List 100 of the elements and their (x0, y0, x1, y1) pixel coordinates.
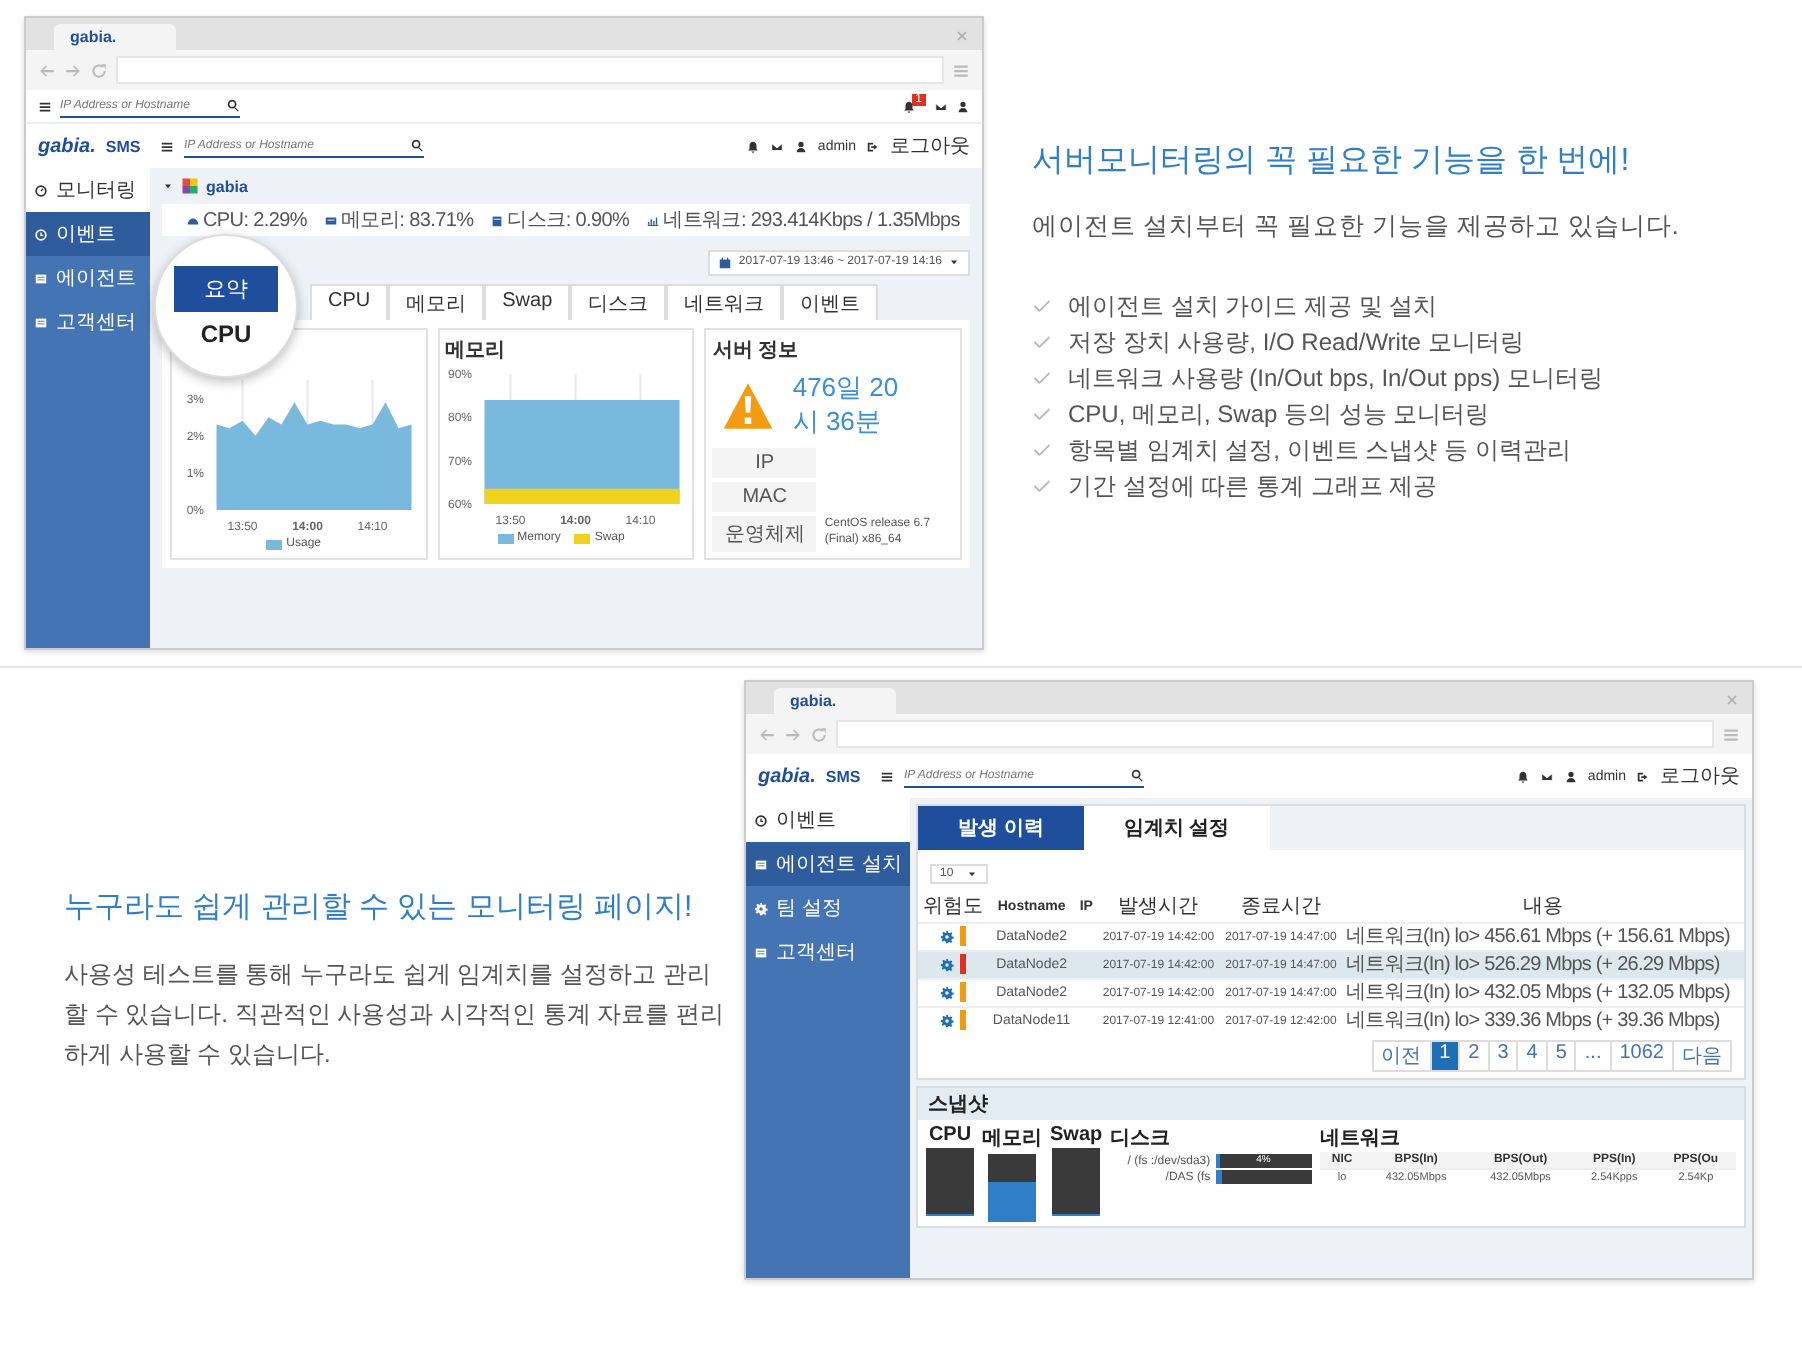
sidebar-item[interactable]: 고객센터 (26, 300, 150, 344)
page-link[interactable]: 3 (1487, 1040, 1519, 1072)
gauge-label: CPU (928, 1124, 972, 1146)
menu-icon (952, 61, 970, 79)
tab[interactable]: 네트워크 (666, 284, 783, 320)
page-link[interactable]: 1 (1429, 1040, 1461, 1072)
gear-icon (939, 1013, 954, 1028)
logout-link[interactable]: 로그아웃 (890, 132, 970, 160)
sidebar-label: 모니터링 (56, 178, 136, 204)
user-icon (956, 99, 970, 113)
user-icon (793, 139, 808, 153)
sidebar-item[interactable]: 이벤트 (26, 212, 150, 256)
product-name: SMS (105, 137, 141, 155)
field-label: IP (712, 447, 817, 478)
gauge-label: 메모리 (982, 1126, 1042, 1152)
logout-icon (866, 139, 880, 153)
bell-icon (1515, 769, 1530, 783)
caret-icon (948, 256, 960, 268)
feature-item: CPU, 메모리, Swap 등의 성능 모니터링 (1068, 398, 1490, 432)
envelope-icon (1539, 769, 1554, 783)
page-link[interactable]: 5 (1545, 1040, 1577, 1072)
card-title: 서버 정보 (712, 338, 801, 364)
gauge-label: Swap (1050, 1124, 1103, 1146)
feature-title: 서버모니터링의 꼭 필요한 기능을 한 번에! (1032, 142, 1632, 182)
page-link[interactable]: ... (1574, 1040, 1612, 1072)
sidebar-item[interactable]: 에이전트 설치 (746, 842, 910, 886)
tab[interactable]: 요약 (174, 265, 278, 311)
feature-item: 기간 설정에 따른 통계 그래프 제공 (1068, 470, 1438, 504)
feature-item: 저장 장치 사용량, I/O Read/Write 모니터링 (1068, 326, 1524, 360)
page-link[interactable]: 4 (1516, 1040, 1548, 1072)
user-icon (1563, 769, 1578, 783)
page-link[interactable]: 2 (1458, 1040, 1490, 1072)
feature-description: 사용성 테스트를 통해 누구라도 쉽게 임계치를 설정하고 관리할 수 있습니다. 직관적인 사용성과 시각적인 통계 자료를 편리하게 사용할 수 있습니다. (64, 957, 724, 1071)
tab[interactable]: CPU (310, 284, 389, 320)
tab[interactable]: 발생 이력 (918, 806, 1084, 850)
sidebar-label: 고객센터 (776, 940, 856, 966)
feature-item: 에이전트 설치 가이드 제공 및 설치 (1068, 290, 1438, 324)
section-title: 네트워크 (1320, 1126, 1403, 1152)
tab[interactable]: 메모리 (388, 284, 485, 320)
field-label: 운영체제 (712, 515, 817, 552)
search-icon (410, 138, 424, 152)
menu-icon (880, 769, 894, 783)
close-icon (1724, 692, 1740, 708)
field-label: MAC (712, 481, 817, 512)
browser-tab[interactable]: gabia. (54, 24, 177, 50)
clock-icon (34, 227, 48, 241)
table-cell: 네트워크(In) lo> 339.36 Mbps (+ 39.36 Mbps) (1342, 1007, 1744, 1034)
table-cell: 네트워크(In) lo> 432.05 Mbps (+ 132.05 Mbps) (1342, 979, 1744, 1007)
logout-link[interactable]: 로그아웃 (1660, 762, 1740, 790)
search-icon (226, 98, 240, 112)
group-name[interactable]: gabia (206, 177, 248, 195)
logo[interactable]: gabia. (38, 135, 96, 157)
feature-subtitle: 에이전트 설치부터 꼭 필요한 기능을 제공하고 있습니다. (1032, 210, 1679, 244)
clock-icon (754, 813, 768, 827)
gear-icon (754, 901, 768, 915)
menu-icon (1722, 725, 1740, 743)
sidebar-item[interactable]: 고객센터 (746, 930, 910, 974)
legend-swatch (266, 539, 283, 549)
reload-icon (810, 725, 828, 743)
search-icon (1130, 768, 1144, 782)
page-link[interactable]: 다음 (1672, 1040, 1732, 1072)
bar-chart-icon (645, 213, 660, 227)
column-header: 발생시간 (1097, 890, 1220, 923)
logo[interactable]: gabia. (758, 765, 816, 787)
sidebar-item[interactable]: 팀 설정 (746, 886, 910, 930)
tab[interactable]: 임계치 설정 (1083, 806, 1270, 850)
sidebar-label: 이벤트 (776, 808, 836, 834)
list-icon (754, 945, 768, 959)
sidebar-item[interactable]: 에이전트 (26, 256, 150, 300)
tab[interactable]: Swap (484, 284, 571, 320)
logout-icon (1636, 769, 1650, 783)
envelope-icon (934, 99, 948, 113)
tab[interactable]: 디스크 (570, 284, 667, 320)
address-bar[interactable] (836, 720, 1714, 748)
warning-icon (720, 379, 777, 432)
sidebar-item[interactable]: 모니터링 (26, 168, 150, 212)
feature-title: 누구라도 쉽게 관리할 수 있는 모니터링 페이지! (64, 887, 695, 925)
tab[interactable]: 이벤트 (782, 284, 879, 320)
envelope-icon (769, 139, 784, 153)
back-arrow-icon (758, 725, 776, 743)
section-title: 디스크 (1110, 1126, 1173, 1152)
list-icon (34, 315, 48, 329)
address-bar[interactable] (116, 56, 944, 84)
page-link[interactable]: 1062 (1609, 1040, 1674, 1072)
card-title: 메모리 (445, 338, 508, 364)
sidebar-item[interactable]: 이벤트 (746, 798, 910, 842)
feature-item: 항목별 임계치 설정, 이벤트 스냅샷 등 이력관리 (1068, 434, 1571, 468)
bell-icon (901, 99, 916, 113)
forward-arrow-icon (784, 725, 802, 743)
gear-icon (939, 957, 954, 972)
list-icon (34, 271, 48, 285)
product-name: SMS (825, 767, 861, 785)
back-arrow-icon (38, 61, 56, 79)
table-cell: 네트워크(In) lo> 526.29 Mbps (+ 26.29 Mbps) (1342, 951, 1744, 979)
stat-text: CPU: 2.29% (203, 209, 308, 231)
bell-icon (745, 139, 760, 153)
browser-tab[interactable]: gabia. (774, 688, 897, 714)
sidebar-label: 에이전트 (56, 266, 136, 292)
stat-text: 디스크: 0.90% (507, 208, 630, 234)
sidebar-label: 이벤트 (56, 222, 116, 248)
